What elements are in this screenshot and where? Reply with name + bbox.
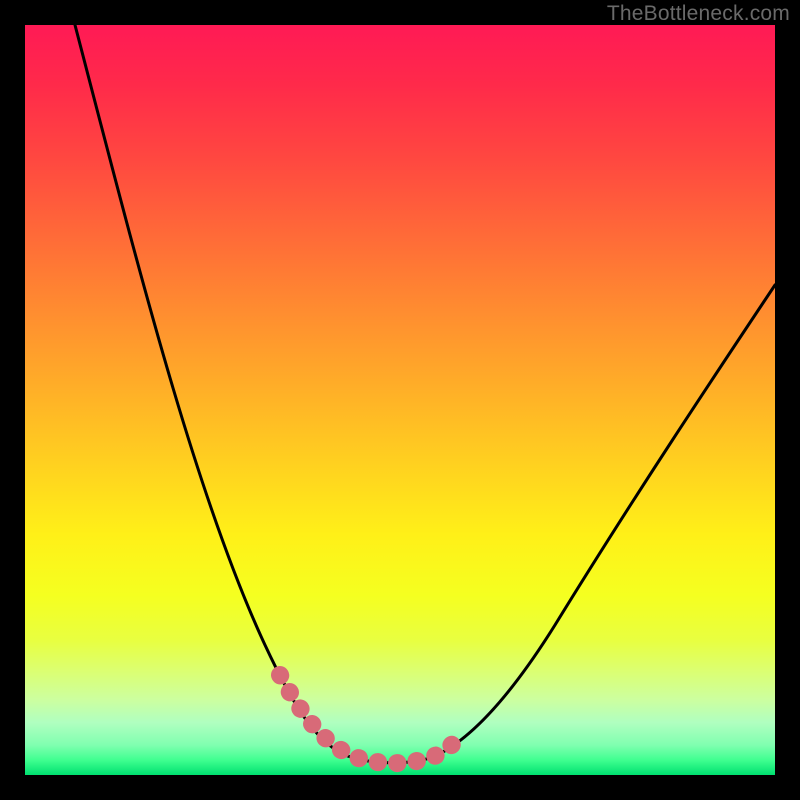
- chart-frame: TheBottleneck.com: [0, 0, 800, 800]
- bottleneck-curve: [75, 25, 775, 763]
- curve-layer: [25, 25, 775, 775]
- watermark-text: TheBottleneck.com: [607, 2, 790, 26]
- plot-area: [25, 25, 775, 775]
- optimal-region-dots: [280, 675, 461, 763]
